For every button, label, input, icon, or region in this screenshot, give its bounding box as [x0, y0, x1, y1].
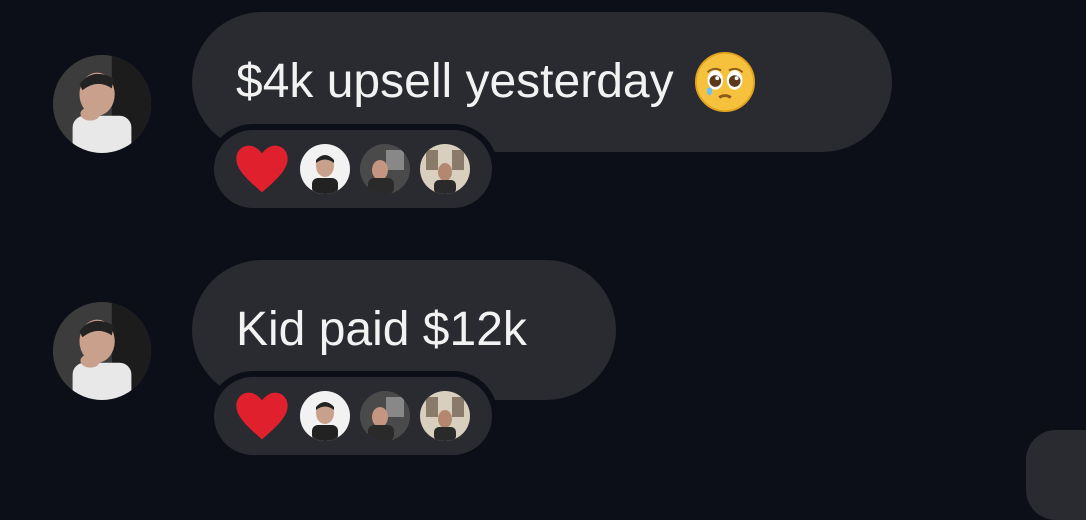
- reactions-bar[interactable]: [208, 371, 498, 461]
- chat-thread: $4k upsell yesterday Kid paid $12k: [0, 0, 1086, 520]
- reactor-avatar-1[interactable]: [300, 144, 350, 194]
- sender-avatar[interactable]: [53, 55, 151, 153]
- reactor-avatar-2[interactable]: [360, 144, 410, 194]
- heart-emoji: [234, 390, 290, 442]
- reactor-avatar-3[interactable]: [420, 144, 470, 194]
- message-text: $4k upsell yesterday: [236, 55, 674, 108]
- reactions-bar[interactable]: [208, 124, 498, 214]
- reactor-avatar-3[interactable]: [420, 391, 470, 441]
- sender-avatar[interactable]: [53, 302, 151, 400]
- reactor-avatar-2[interactable]: [360, 391, 410, 441]
- reactor-avatar-1[interactable]: [300, 391, 350, 441]
- pleading-face-emoji: [694, 51, 756, 113]
- message-text: Kid paid $12k: [236, 303, 527, 356]
- next-message-bubble-edge: [1026, 430, 1086, 520]
- heart-emoji: [234, 143, 290, 195]
